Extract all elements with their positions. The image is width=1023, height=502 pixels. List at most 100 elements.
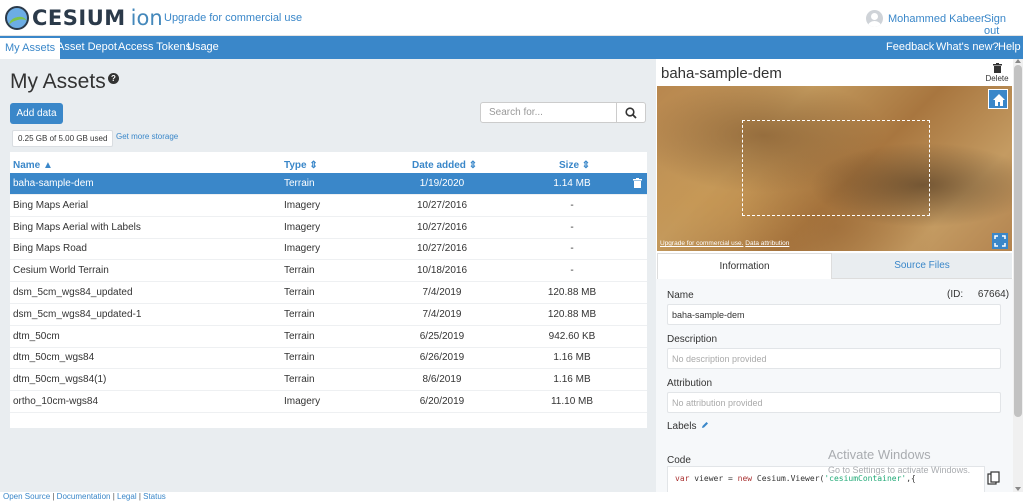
scroll-thumb[interactable] bbox=[1014, 65, 1022, 417]
user-name: Mohammed Kabeer bbox=[888, 12, 985, 25]
column-header-size[interactable]: Size ⇕ bbox=[559, 160, 590, 171]
assets-panel: My Assets ? Add data Search for... 0.25 … bbox=[0, 59, 656, 494]
cell-date: 10/18/2016 bbox=[416, 265, 468, 277]
attribution-field[interactable]: No attribution provided bbox=[667, 392, 1001, 413]
table-row[interactable]: Bing Maps Road Imagery 10/27/2016 - bbox=[10, 238, 647, 261]
cell-name: dtm_50cm_wgs84 bbox=[13, 352, 95, 364]
tab-information[interactable]: Information bbox=[657, 253, 832, 279]
map-attribution: Upgrade for commercial use. Data attribu… bbox=[660, 240, 789, 247]
cell-size: 120.88 MB bbox=[547, 308, 597, 320]
activate-subtitle: Go to Settings to activate Windows. bbox=[828, 465, 971, 475]
top-header: CESIUM ion Upgrade for commercial use Mo… bbox=[0, 0, 1023, 37]
cell-size: 1.16 MB bbox=[553, 352, 591, 364]
footer-documentation-link[interactable]: Documentation bbox=[57, 492, 111, 501]
code-string: 'cesiumContainer' bbox=[824, 474, 907, 483]
nav-help[interactable]: Help bbox=[993, 36, 1023, 59]
table-row[interactable]: dtm_50cm Terrain 6/25/2019 942.60 KB bbox=[10, 326, 647, 348]
copy-icon bbox=[987, 471, 1000, 485]
help-icon[interactable]: ? bbox=[108, 73, 119, 84]
table-row[interactable]: Bing Maps Aerial with Labels Imagery 10/27… bbox=[10, 217, 647, 239]
footer-status-link[interactable]: Status bbox=[143, 492, 166, 501]
sort-icon: ⇕ bbox=[581, 160, 591, 171]
code-text: viewer = bbox=[689, 474, 738, 483]
row-trash-icon[interactable] bbox=[633, 178, 642, 188]
cell-name: baha-sample-dem bbox=[13, 178, 94, 189]
cell-size: - bbox=[570, 243, 574, 255]
cell-name: dtm_50cm_wgs84(1) bbox=[13, 374, 107, 386]
nav-usage[interactable]: Usage bbox=[182, 36, 224, 59]
asset-id-value: 67664) bbox=[977, 289, 1010, 300]
table-row[interactable]: dsm_5cm_wgs84_updated Terrain 7/4/2019 120.… bbox=[10, 282, 647, 304]
table-row[interactable]: baha-sample-dem Terrain 1/19/2020 1.14 MB bbox=[10, 173, 647, 195]
column-header-date[interactable]: Date added ⇕ bbox=[412, 160, 477, 171]
get-more-storage-link[interactable]: Get more storage bbox=[116, 132, 178, 141]
home-icon bbox=[993, 94, 1005, 106]
footer: Open Source | Documentation | Legal | St… bbox=[0, 492, 1023, 502]
name-field[interactable]: baha-sample-dem bbox=[667, 304, 1001, 325]
table-row[interactable]: dsm_5cm_wgs84_updated-1 Terrain 7/4/2019 12… bbox=[10, 304, 647, 326]
asset-detail-panel: baha-sample-dem Delete Upgrade for comme… bbox=[656, 59, 1013, 494]
asset-preview-map[interactable]: Upgrade for commercial use. Data attribu… bbox=[657, 86, 1012, 251]
user-menu[interactable]: Mohammed Kabeer bbox=[866, 10, 985, 27]
footer-legal-link[interactable]: Legal bbox=[117, 492, 137, 501]
fullscreen-icon bbox=[994, 235, 1006, 247]
sign-out-link[interactable]: Sign out bbox=[984, 13, 1023, 37]
sort-icon: ⇕ bbox=[468, 160, 478, 171]
asset-id: (ID: 67664) bbox=[947, 289, 1009, 300]
cell-size: 1.16 MB bbox=[553, 374, 591, 386]
cell-type: Imagery bbox=[284, 243, 321, 255]
cell-date: 6/25/2019 bbox=[419, 330, 465, 342]
footer-open-source-link[interactable]: Open Source bbox=[3, 492, 50, 501]
cell-date: 6/20/2019 bbox=[419, 396, 465, 407]
search-icon bbox=[625, 107, 637, 119]
data-attribution-link[interactable]: Data attribution bbox=[745, 240, 789, 247]
code-text: ,{ bbox=[906, 474, 916, 483]
tab-source-files[interactable]: Source Files bbox=[832, 253, 1012, 279]
table-row[interactable]: dtm_50cm_wgs84 Terrain 6/26/2019 1.16 MB bbox=[10, 347, 647, 370]
cell-type: Terrain bbox=[284, 178, 315, 189]
home-view-button[interactable] bbox=[988, 89, 1008, 109]
activate-title: Activate Windows bbox=[828, 447, 931, 462]
cell-date: 6/26/2019 bbox=[419, 352, 465, 364]
cell-name: dsm_5cm_wgs84_updated-1 bbox=[13, 308, 142, 320]
cell-size: 942.60 KB bbox=[548, 330, 596, 342]
table-row[interactable]: ortho_10cm-wgs84 Imagery 6/20/2019 11.10 MB bbox=[10, 391, 647, 413]
scroll-up-icon[interactable] bbox=[1015, 59, 1021, 63]
page-scrollbar[interactable] bbox=[1013, 59, 1023, 494]
detail-tabs: Information Source Files bbox=[657, 253, 1012, 279]
cell-size: - bbox=[570, 265, 574, 277]
upgrade-link[interactable]: Upgrade for commercial use bbox=[164, 12, 302, 24]
description-field[interactable]: No description provided bbox=[667, 348, 1001, 369]
add-data-button[interactable]: Add data bbox=[10, 103, 63, 124]
search-input[interactable]: Search for... bbox=[480, 102, 617, 123]
code-label: Code bbox=[667, 455, 691, 466]
table-row[interactable]: Cesium World Terrain Terrain 10/18/2016 - bbox=[10, 260, 647, 283]
name-label: Name bbox=[667, 290, 694, 301]
cell-type: Terrain bbox=[284, 352, 315, 364]
cell-name: dsm_5cm_wgs84_updated bbox=[13, 287, 133, 298]
map-upgrade-link[interactable]: Upgrade for commercial use. bbox=[660, 240, 743, 247]
column-header-name[interactable]: Name ▲ bbox=[13, 160, 53, 171]
delete-button[interactable]: Delete bbox=[983, 63, 1011, 83]
cell-name: Cesium World Terrain bbox=[13, 265, 109, 277]
search-button[interactable] bbox=[617, 102, 646, 123]
cesium-ion-logo[interactable]: CESIUM ion bbox=[5, 6, 163, 30]
cell-size: - bbox=[570, 199, 574, 211]
cell-date: 10/27/2016 bbox=[416, 243, 468, 255]
cell-date: 7/4/2019 bbox=[422, 287, 462, 298]
table-row[interactable]: Bing Maps Aerial Imagery 10/27/2016 - bbox=[10, 195, 647, 217]
cell-name: Bing Maps Aerial with Labels bbox=[13, 221, 141, 233]
copy-code-button[interactable] bbox=[987, 471, 1001, 488]
table-row[interactable]: dtm_50cm_wgs84(1) Terrain 8/6/2019 1.16 MB bbox=[10, 369, 647, 392]
fullscreen-button[interactable] bbox=[992, 233, 1008, 249]
asset-id-label: (ID: bbox=[947, 289, 964, 300]
cell-size: 120.88 MB bbox=[547, 287, 597, 298]
attribution-label: Attribution bbox=[667, 378, 713, 389]
logo-suffix: ion bbox=[130, 6, 163, 30]
column-header-type[interactable]: Type ⇕ bbox=[284, 160, 318, 171]
extent-rectangle bbox=[742, 120, 930, 216]
nav-asset-depot[interactable]: Asset Depot bbox=[52, 36, 122, 59]
cell-name: Bing Maps Aerial bbox=[13, 199, 89, 211]
pencil-icon[interactable] bbox=[701, 421, 709, 429]
scroll-down-icon[interactable] bbox=[1015, 487, 1021, 491]
